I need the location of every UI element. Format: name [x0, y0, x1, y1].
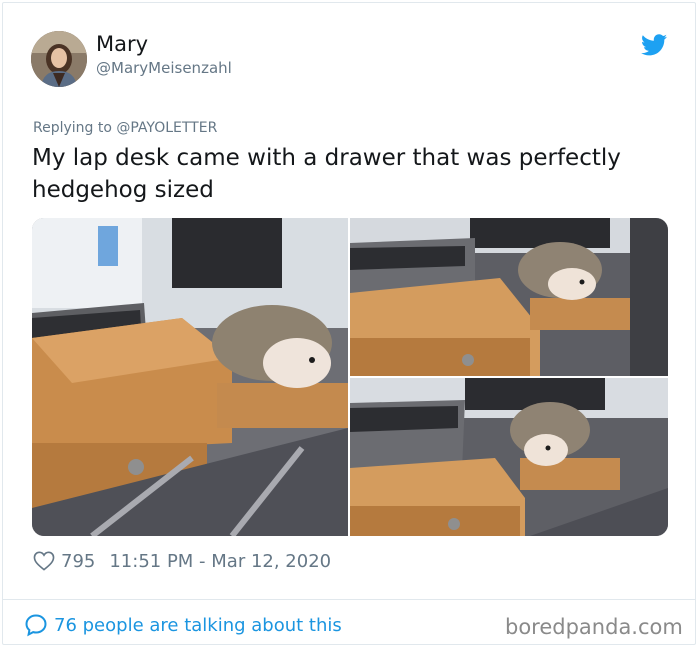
avatar-image [31, 31, 87, 87]
photo-hedgehog-drawer-top[interactable] [350, 218, 668, 376]
author-handle[interactable]: @MaryMeisenzahl [96, 59, 232, 77]
author-name[interactable]: Mary [96, 32, 148, 56]
media-grid [32, 218, 668, 536]
speech-bubble-icon [25, 614, 47, 637]
divider [2, 599, 696, 600]
conversation-text[interactable]: 76 people are talking about this [54, 615, 342, 636]
twitter-bird-icon[interactable] [641, 34, 667, 56]
photo-hedgehog-drawer-front[interactable] [350, 378, 668, 536]
photo-hedgehog-drawer-large[interactable] [32, 218, 348, 536]
avatar[interactable] [31, 31, 87, 87]
tweet-text: My lap desk came with a drawer that was … [32, 145, 621, 203]
timestamp[interactable]: 11:51 PM - Mar 12, 2020 [109, 551, 331, 572]
heart-icon[interactable] [33, 551, 55, 571]
conversation-link[interactable]: 76 people are talking about this [24, 612, 342, 638]
like-count: 795 [61, 550, 96, 572]
replying-to[interactable]: Replying to @PAYOLETTER [33, 120, 217, 136]
tweet-meta: 795 11:51 PM - Mar 12, 2020 [33, 549, 331, 573]
watermark: boredpanda.com [505, 615, 683, 639]
